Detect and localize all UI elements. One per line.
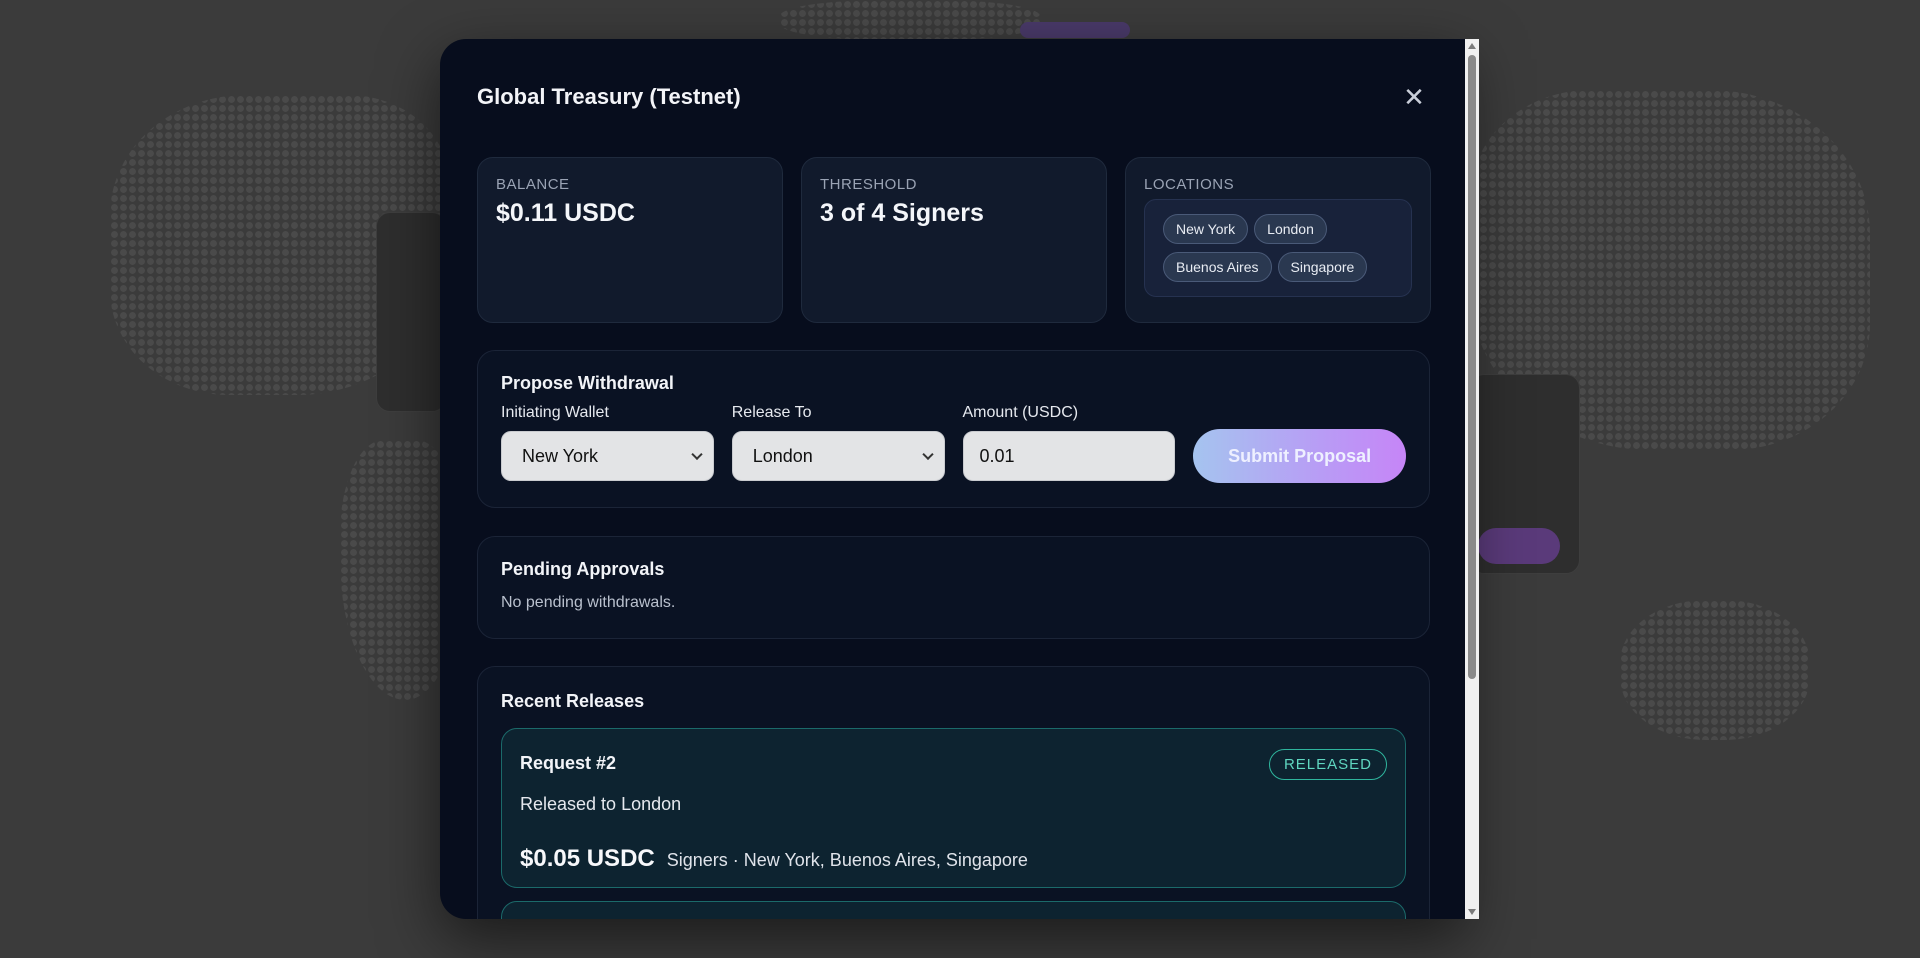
map-greenland (780, 0, 1040, 40)
amount-input[interactable]: 0.01 (962, 431, 1176, 481)
location-chip: Buenos Aires (1163, 252, 1272, 282)
pending-approvals-panel: Pending Approvals No pending withdrawals… (477, 536, 1430, 639)
withdraw-form: Initiating Wallet New York Release To Lo… (501, 404, 1406, 483)
amount-field: Amount (USDC) 0.01 (962, 404, 1176, 481)
initiating-wallet-label: Initiating Wallet (501, 404, 609, 421)
balance-card: BALANCE $0.11 USDC (477, 157, 783, 323)
initiating-wallet-field: Initiating Wallet New York (501, 404, 714, 481)
propose-withdrawal-panel: Propose Withdrawal Initiating Wallet New… (477, 350, 1430, 508)
threshold-value: 3 of 4 Signers (820, 199, 984, 227)
release-item-header: Request #2 RELEASED (520, 747, 1387, 780)
background-card-left (376, 212, 446, 412)
close-icon[interactable]: ✕ (1400, 83, 1428, 111)
location-chip: Singapore (1277, 252, 1368, 282)
release-to-select[interactable]: London (731, 431, 945, 481)
background-top-pill (1020, 22, 1130, 38)
release-item: Request #2 RELEASED Released to London $… (501, 728, 1406, 888)
locations-label: LOCATIONS (1144, 176, 1235, 193)
initiating-wallet-value: New York (522, 445, 599, 466)
status-badge: RELEASED (1268, 749, 1387, 780)
treasury-modal: Global Treasury (Testnet) ✕ BALANCE $0.1… (440, 39, 1465, 919)
locations-card: LOCATIONS New York London Buenos Aires S… (1125, 157, 1431, 323)
chevron-down-icon (921, 448, 934, 461)
release-to-value: London (752, 445, 813, 466)
release-signers: Signers · New York, Buenos Aires, Singap… (666, 850, 1028, 870)
scroll-down-icon[interactable] (1468, 909, 1476, 915)
threshold-card: THRESHOLD 3 of 4 Signers (801, 157, 1107, 323)
recent-releases-panel: Recent Releases Request #2 RELEASED Rele… (477, 666, 1430, 919)
stats-row: BALANCE $0.11 USDC THRESHOLD 3 of 4 Sign… (477, 157, 1431, 323)
balance-value: $0.11 USDC (496, 199, 635, 227)
amount-label: Amount (USDC) (962, 404, 1079, 421)
chevron-down-icon (691, 448, 703, 461)
location-chip: New York (1163, 214, 1249, 244)
recent-releases-title: Recent Releases (501, 691, 645, 711)
background-pill (1478, 528, 1560, 564)
scroll-up-icon[interactable] (1468, 43, 1476, 49)
modal-title: Global Treasury (Testnet) (477, 84, 741, 109)
release-request-id: Request #2 (520, 753, 617, 773)
balance-label: BALANCE (496, 176, 570, 193)
release-footer: $0.05 USDC Signers · New York, Buenos Ai… (520, 845, 1387, 873)
release-to-label: Release To (731, 404, 812, 421)
scrollbar-thumb[interactable] (1468, 55, 1476, 679)
release-amount: $0.05 USDC (520, 845, 655, 872)
modal-header: Global Treasury (Testnet) ✕ (477, 79, 1428, 115)
initiating-wallet-select[interactable]: New York (501, 431, 714, 481)
release-item (501, 901, 1406, 919)
location-chip: London (1254, 214, 1327, 244)
modal-scrollbar[interactable] (1465, 39, 1479, 919)
propose-withdrawal-title: Propose Withdrawal (501, 373, 674, 393)
release-to-field: Release To London (731, 404, 945, 481)
locations-list: New York London Buenos Aires Singapore (1144, 199, 1412, 297)
release-description: Released to London (520, 794, 682, 814)
pending-approvals-title: Pending Approvals (501, 559, 665, 579)
map-australia (1620, 600, 1810, 740)
submit-proposal-button[interactable]: Submit Proposal (1193, 429, 1406, 483)
pending-empty-text: No pending withdrawals. (501, 594, 676, 611)
threshold-label: THRESHOLD (820, 176, 918, 193)
